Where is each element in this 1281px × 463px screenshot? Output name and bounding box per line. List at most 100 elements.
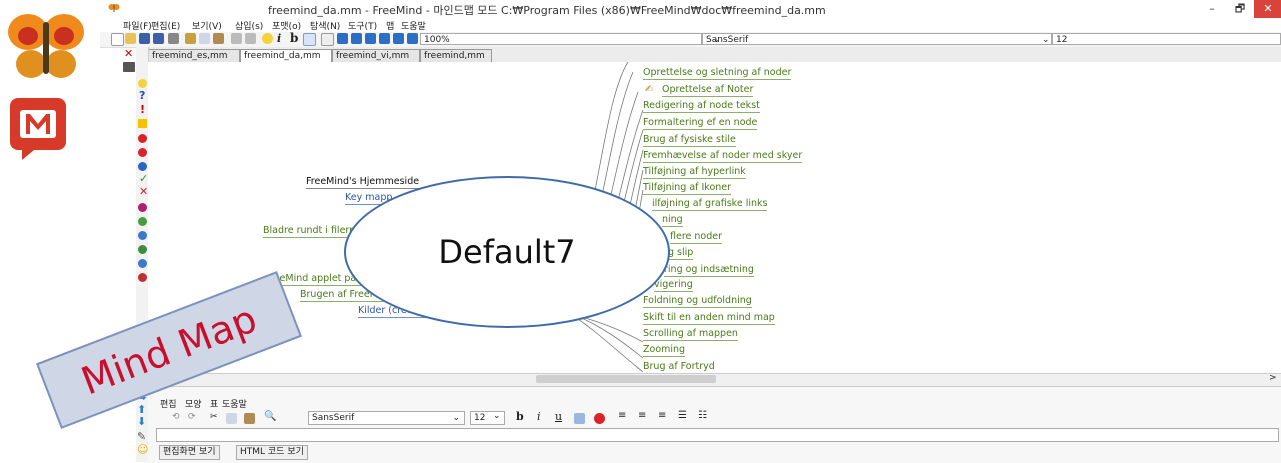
- chevron-down-icon[interactable]: ⌄: [493, 411, 501, 421]
- tab-html-view[interactable]: HTML 코드 보기: [236, 445, 308, 460]
- node-slip[interactable]: g slip: [668, 247, 694, 260]
- cross-icon[interactable]: ✕: [139, 185, 148, 198]
- node-oprettelse-sletning[interactable]: Oprettelse og sletning af noder: [643, 67, 792, 80]
- node-scrolling[interactable]: Scrolling af mappen: [643, 328, 738, 341]
- priority-6-icon[interactable]: [138, 273, 147, 282]
- align-left-icon[interactable]: ≡: [618, 410, 626, 421]
- menu-view[interactable]: 보기(V): [192, 19, 222, 32]
- smiley-icon[interactable]: ☺: [137, 443, 148, 456]
- undo-icon[interactable]: [231, 33, 242, 44]
- node-indsaetning[interactable]: ring og indsætning: [664, 264, 754, 277]
- close-button[interactable]: ✕: [1254, 0, 1281, 18]
- butterfly-logo-icon: [8, 14, 84, 78]
- new-file-icon[interactable]: [111, 33, 124, 46]
- tab-edit-view[interactable]: 편집화면 보기: [159, 445, 220, 460]
- exclamation-icon[interactable]: !: [140, 103, 145, 116]
- close-map-icon[interactable]: ✕: [124, 47, 133, 60]
- tab-freemind-es[interactable]: freemind_es,mm: [148, 49, 240, 62]
- open-folder-icon[interactable]: [125, 33, 136, 44]
- pencil-note-icon: ✍: [645, 84, 654, 95]
- redo-icon[interactable]: [245, 33, 256, 44]
- numbered-list-icon[interactable]: ☷: [698, 410, 707, 421]
- text-color-icon[interactable]: [574, 413, 585, 424]
- note-undo-icon[interactable]: ⟲: [172, 412, 180, 422]
- tab-freemind-da[interactable]: freemind_da,mm: [240, 49, 332, 62]
- warning-icon[interactable]: [138, 119, 147, 128]
- note-size-value: 12: [474, 413, 486, 423]
- line-icon[interactable]: [379, 33, 390, 44]
- note-underline-button[interactable]: u: [555, 410, 562, 423]
- node-fysiske-stile[interactable]: Brug af fysiske stile: [643, 134, 736, 147]
- checkmark-icon[interactable]: ✓: [139, 172, 148, 185]
- menu-insert[interactable]: 삽입(s): [235, 19, 263, 32]
- note-font-select[interactable]: SansSerif ⌄: [308, 411, 465, 425]
- node-oprettelse-noter[interactable]: Oprettelse af Noter: [662, 84, 754, 97]
- node-formaltering[interactable]: Formaltering ef en node: [643, 117, 758, 130]
- note-redo-icon[interactable]: ⟳: [188, 412, 196, 422]
- idea-icon[interactable]: [138, 79, 147, 88]
- menu-tools[interactable]: 도구(T): [348, 19, 377, 32]
- note-text-area[interactable]: [156, 428, 1279, 442]
- minimize-button[interactable]: –: [1198, 0, 1226, 18]
- note-italic-button[interactable]: i: [537, 410, 541, 423]
- tab-freemind[interactable]: freemind,mm: [420, 49, 492, 62]
- font-select[interactable]: SansSerif ⌄: [702, 33, 1052, 45]
- print-icon[interactable]: [168, 33, 179, 44]
- cut-icon[interactable]: [185, 33, 196, 44]
- stop-icon[interactable]: [138, 134, 147, 143]
- scrollbar-thumb[interactable]: [536, 375, 716, 383]
- node-redigering-tekst[interactable]: Redigering af node tekst: [643, 100, 760, 113]
- info-icon[interactable]: [138, 162, 147, 171]
- cloud-icon[interactable]: [303, 33, 316, 46]
- lightbulb-icon[interactable]: [262, 33, 273, 44]
- save-as-icon[interactable]: [153, 33, 164, 44]
- note-bold-button[interactable]: b: [516, 410, 524, 423]
- down-arrow-icon[interactable]: ⬇: [137, 415, 146, 428]
- italic-button[interactable]: i: [277, 32, 281, 45]
- menu-edit[interactable]: 편집(E): [151, 19, 180, 32]
- question-icon[interactable]: ?: [139, 89, 145, 102]
- trash-icon[interactable]: [123, 62, 135, 72]
- note-menu-edit[interactable]: 편집: [160, 397, 177, 410]
- no-entry-icon[interactable]: [138, 148, 147, 157]
- note-menu-table[interactable]: 표: [210, 397, 218, 410]
- node-zooming[interactable]: Zooming: [643, 344, 686, 357]
- no-format-icon[interactable]: [594, 413, 605, 424]
- copy-icon[interactable]: [199, 33, 210, 44]
- menu-file[interactable]: 파일(F): [123, 19, 152, 32]
- priority-4-icon[interactable]: [138, 245, 147, 254]
- note-paste-icon[interactable]: [244, 413, 255, 424]
- note-menu-help[interactable]: 도움말: [222, 397, 247, 410]
- align-center-icon[interactable]: ≡: [638, 410, 646, 421]
- align-right-icon[interactable]: ≡: [658, 410, 666, 421]
- note-cut-icon[interactable]: ✂: [210, 412, 218, 422]
- node-fremhaevelse-skyer[interactable]: Fremhævelse af noder med skyer: [643, 150, 803, 163]
- node-flere-noder[interactable]: flere noder: [670, 231, 723, 244]
- font-size-select[interactable]: 12 ⌄: [1042, 33, 1281, 45]
- scroll-right-icon[interactable]: >: [1269, 373, 1277, 383]
- tab-freemind-vi[interactable]: freemind_vi,mm: [332, 49, 420, 62]
- note-copy-icon[interactable]: [226, 413, 237, 424]
- bullet-list-icon[interactable]: ☰: [678, 410, 687, 421]
- menu-map[interactable]: 맵: [386, 19, 394, 32]
- binoculars-icon[interactable]: 🔍: [264, 411, 276, 422]
- priority-1-icon[interactable]: [138, 203, 147, 212]
- arrow-left-icon[interactable]: [337, 33, 348, 44]
- priority-2-icon[interactable]: [138, 217, 147, 226]
- save-icon[interactable]: [139, 33, 150, 44]
- arrow-both-icon[interactable]: [365, 33, 376, 44]
- menu-navigate[interactable]: 탐색(N): [310, 19, 340, 32]
- priority-5-icon[interactable]: [138, 259, 147, 268]
- arrow-right-icon[interactable]: [351, 33, 362, 44]
- paste-icon[interactable]: [213, 33, 224, 44]
- zoom-select[interactable]: 100%: [420, 33, 702, 45]
- menu-help[interactable]: 도움말: [401, 19, 426, 32]
- maximize-button[interactable]: 🗗: [1226, 0, 1254, 18]
- link-arrow-icon[interactable]: [393, 33, 404, 44]
- pencil-icon[interactable]: ✎: [137, 430, 146, 443]
- filter-icon[interactable]: [321, 33, 334, 46]
- note-menu-format[interactable]: 모양: [185, 397, 202, 410]
- dash-icon[interactable]: [407, 33, 418, 44]
- bold-button[interactable]: b: [290, 31, 298, 45]
- priority-3-icon[interactable]: [138, 231, 147, 240]
